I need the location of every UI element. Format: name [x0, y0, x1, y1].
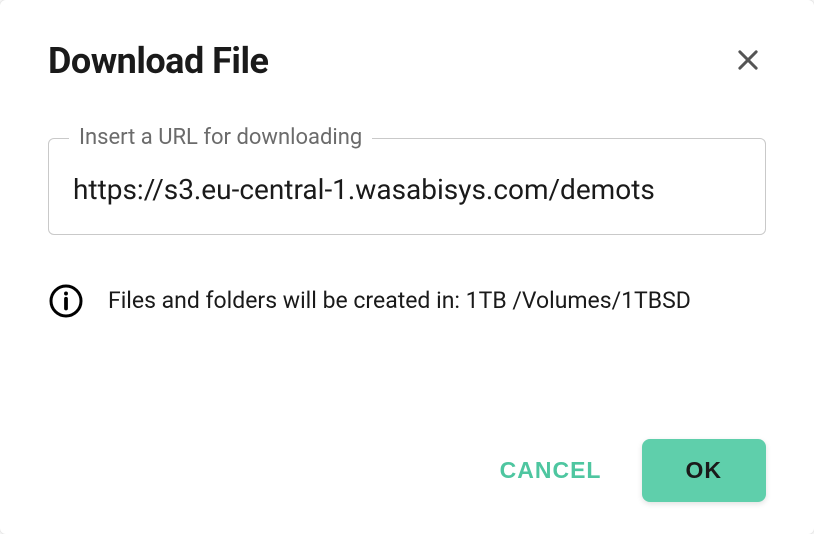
- dialog-title: Download File: [48, 40, 268, 82]
- info-text: Files and folders will be created in: 1T…: [108, 285, 691, 317]
- close-icon: [734, 46, 762, 77]
- download-file-dialog: Download File Insert a URL for downloadi…: [0, 0, 814, 534]
- dialog-actions: CANCEL OK: [48, 439, 766, 502]
- cancel-button[interactable]: CANCEL: [492, 445, 610, 496]
- url-input-wrapper: Insert a URL for downloading: [48, 138, 766, 235]
- url-input[interactable]: [73, 173, 741, 206]
- info-icon: [48, 283, 84, 319]
- ok-button[interactable]: OK: [642, 439, 767, 502]
- info-row: Files and folders will be created in: 1T…: [48, 283, 766, 319]
- close-button[interactable]: [730, 42, 766, 81]
- url-input-label: Insert a URL for downloading: [69, 125, 372, 150]
- dialog-header: Download File: [48, 40, 766, 82]
